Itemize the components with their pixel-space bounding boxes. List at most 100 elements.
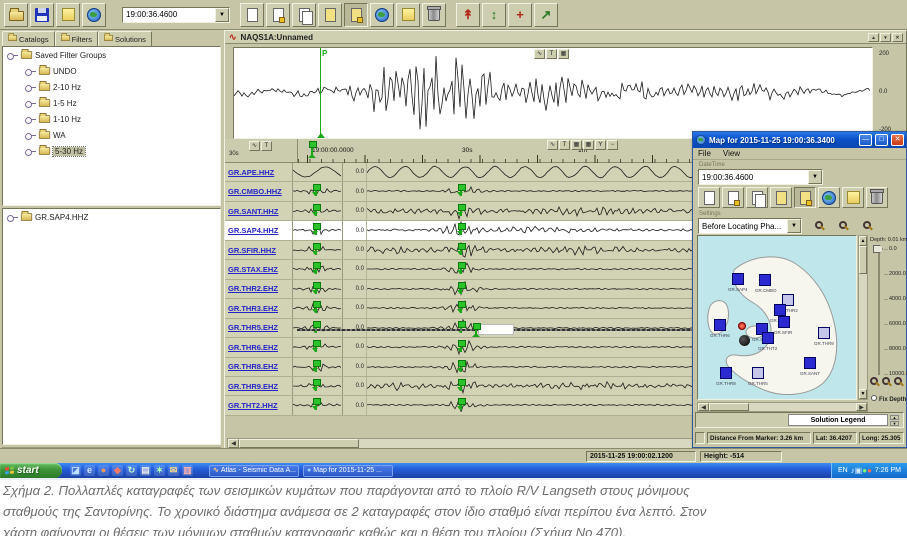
chevron-down-icon[interactable]: ▼ [787, 219, 801, 233]
trace-pick-icon[interactable] [460, 243, 462, 255]
station-marker-GRTHR5[interactable] [752, 367, 764, 379]
tree-item-1-5Hz[interactable]: 1-5 Hz [3, 95, 220, 111]
waveform-window-titlebar[interactable]: ∿ NAQS1A:Unnamed ▴▾✕ [225, 31, 906, 44]
new-note-button[interactable] [56, 3, 80, 27]
depth-slider-track[interactable] [878, 247, 880, 375]
station-marker-GRTHR8[interactable] [720, 367, 732, 379]
start-button[interactable]: start [0, 463, 62, 478]
map-settings-combo[interactable]: Before Locating Pha... ▼ [698, 218, 802, 234]
open-globe-button[interactable] [82, 3, 106, 27]
chevron-down-icon[interactable]: ▼ [215, 8, 229, 22]
scroll-right-icon[interactable]: ▶ [856, 403, 867, 411]
trash-button[interactable] [866, 187, 888, 208]
station-marker-GRTHT2[interactable] [762, 332, 774, 344]
zoom-out-icon[interactable] [882, 377, 890, 385]
map-vertical-scrollbar[interactable]: ▲ ▼ [858, 235, 868, 400]
preview-pick-icon[interactable] [315, 340, 317, 352]
new-document-button[interactable] [240, 3, 264, 27]
menu-file[interactable]: File [698, 149, 711, 159]
trace-pick-icon[interactable] [460, 204, 462, 216]
media-icon[interactable]: ● [98, 465, 109, 476]
trace-label[interactable]: GR.THR8.EHZ [225, 358, 293, 376]
trace-pick-icon[interactable] [460, 301, 462, 313]
fix-depth-option[interactable]: Fix Depth [871, 395, 906, 403]
maximize-button[interactable]: □ [875, 134, 888, 146]
scroll-down-icon[interactable]: ▼ [859, 389, 867, 399]
scroll-left-icon[interactable]: ◀ [228, 439, 239, 448]
language-indicator[interactable]: EN [838, 467, 848, 474]
trace-label[interactable]: GR.THR6.EHZ [225, 338, 293, 356]
trace-pick-icon[interactable] [460, 282, 462, 294]
minus-tool-button[interactable]: − [607, 140, 618, 150]
station-marker-GRTHR3[interactable] [774, 304, 786, 316]
pan-view-button[interactable]: ↗ [534, 3, 558, 27]
trace-label[interactable]: GR.SFIR.HHZ [225, 241, 293, 259]
document-yellow-button[interactable] [318, 3, 342, 27]
solution-legend-combo[interactable]: Solution Legend [788, 414, 888, 426]
trace-label[interactable]: GR.THR5.EHZ [225, 319, 293, 337]
trace-label[interactable]: GR.THR2.EHZ [225, 280, 293, 298]
scroll-thumb[interactable] [709, 403, 749, 411]
note-button[interactable] [842, 187, 864, 208]
app-red-icon[interactable]: ◆ [112, 465, 123, 476]
yscale-tool-button[interactable]: Y [595, 140, 606, 150]
grid-tool-button[interactable]: ▦ [571, 140, 582, 150]
close-icon[interactable]: ✕ [892, 33, 903, 42]
wave-tool-button[interactable]: ∿ [547, 140, 558, 150]
radio-icon[interactable] [871, 395, 877, 401]
preview-pick-icon[interactable] [315, 184, 317, 196]
trace-label[interactable]: GR.SAP4.HHZ [225, 221, 293, 239]
wave-tool-button[interactable]: ∿ [534, 49, 545, 59]
station-marker-GRTHR6[interactable] [714, 319, 726, 331]
main-seismogram-panel[interactable]: ∿T▦ P [233, 47, 873, 139]
event-location-marker[interactable] [739, 335, 750, 346]
map-horizontal-scrollbar[interactable]: ◀ ▶ [697, 402, 868, 412]
documents-copy-button[interactable] [292, 3, 316, 27]
tree-item-2-10Hz[interactable]: 2-10 Hz [3, 79, 220, 95]
station-marker-GRSANT[interactable] [804, 357, 816, 369]
move-marker-up-button[interactable]: ↟ [456, 3, 480, 27]
save-button[interactable] [30, 3, 54, 27]
spin-down-icon[interactable]: ▼ [890, 421, 899, 426]
tree-root[interactable]: Saved Filter Groups [3, 47, 220, 63]
document-yellow-lock-button[interactable] [344, 3, 368, 27]
scroll-thumb[interactable] [239, 439, 359, 448]
trace-pick-icon[interactable] [460, 340, 462, 352]
overview-pick-flag[interactable] [475, 323, 477, 336]
trace-pick-icon[interactable] [460, 223, 462, 235]
taskbar-task-2[interactable]: ●Map for 2015-11-25 ... [303, 465, 393, 477]
trace-pick-icon[interactable] [460, 379, 462, 391]
preview-pick-icon[interactable] [315, 243, 317, 255]
document-lock-button[interactable] [266, 3, 290, 27]
tree-item-UNDO[interactable]: UNDO [3, 63, 220, 79]
tab-catalogs[interactable]: Catalogs [2, 31, 55, 46]
time-tool-button[interactable]: T [261, 141, 272, 151]
new-document-button[interactable] [698, 187, 720, 208]
time-tool-button[interactable]: T [546, 49, 557, 59]
time-tool-button[interactable]: T [559, 140, 570, 150]
taskbar-task-1[interactable]: ∿Atlas - Seismic Data A... [209, 465, 299, 477]
wave-tool-button[interactable]: ∿ [249, 141, 260, 151]
close-button[interactable]: ✕ [891, 134, 904, 146]
chevron-down-icon[interactable]: ▼ [808, 170, 822, 184]
trace-label[interactable]: GR.CMBO.HHZ [225, 182, 293, 200]
scroll-thumb[interactable] [859, 246, 867, 274]
refresh-icon[interactable]: ↻ [126, 465, 137, 476]
minimize-button[interactable]: — [859, 134, 872, 146]
grid2-tool-button[interactable]: ▦ [583, 140, 594, 150]
scroll-up-icon[interactable]: ▲ [859, 236, 867, 246]
browser-icon[interactable]: e [84, 465, 95, 476]
tree-item-1-10Hz[interactable]: 1-10 Hz [3, 111, 220, 127]
open-file-button[interactable] [4, 3, 28, 27]
desktop-icon[interactable]: ◪ [70, 465, 81, 476]
tree-item-WA[interactable]: WA [3, 127, 220, 143]
station-tree-item[interactable]: GR.SAP4.HHZ [3, 209, 220, 225]
globe-button[interactable] [818, 187, 840, 208]
event-pin-icon[interactable] [738, 322, 746, 330]
document-lock-button[interactable] [722, 187, 744, 208]
trace-pick-icon[interactable] [460, 184, 462, 196]
datetime-combo[interactable]: 19:00:36.4600 ▼ [122, 7, 230, 23]
alert-icon[interactable]: ● [867, 466, 872, 475]
documents-copy-button[interactable] [746, 187, 768, 208]
depth-slider-handle[interactable] [873, 245, 883, 253]
